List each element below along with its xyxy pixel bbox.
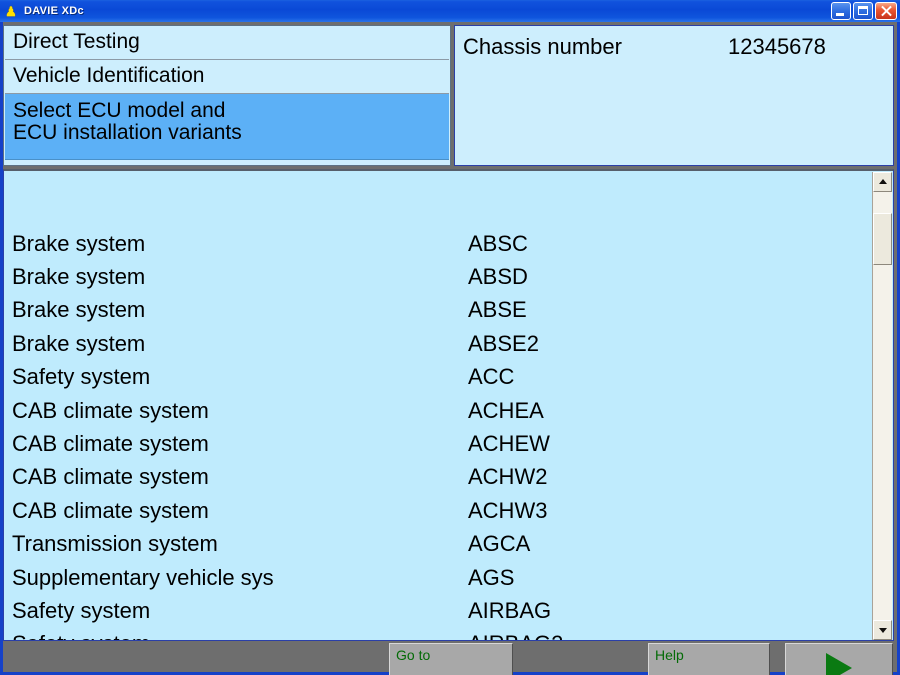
ecu-system-name: Brake system — [12, 297, 145, 323]
ecu-list-row[interactable]: Supplementary vehicle sys AGS — [4, 561, 873, 594]
ecu-list-row[interactable]: CAB climate system ACHW2 — [4, 461, 873, 494]
ecu-list-row[interactable]: Safety system AIRBAG — [4, 594, 873, 627]
breadcrumb-item-label: Direct Testing — [13, 30, 140, 53]
ecu-system-name: CAB climate system — [12, 464, 209, 490]
ecu-code: ACHW2 — [468, 464, 547, 490]
help-label: Help — [655, 647, 684, 663]
scroll-down-arrow-icon — [879, 628, 887, 633]
go-to-button[interactable]: Go to — [389, 643, 513, 675]
application-window: ♟ DAVIE XDc Direct Testing Vehicle Ident… — [0, 0, 900, 675]
client-area: Direct Testing Vehicle Identification Se… — [3, 22, 897, 672]
breadcrumb-item-direct-testing[interactable]: Direct Testing — [5, 26, 449, 60]
ecu-code: AIRBAG2 — [468, 631, 563, 641]
window-title: DAVIE XDc — [24, 5, 84, 17]
ecu-list-panel: Brake systemABSCBrake systemABSDBrake sy… — [3, 169, 894, 641]
breadcrumb-item-label-line2: ECU installation variants — [13, 122, 449, 144]
ecu-code: ABSE — [468, 297, 527, 323]
breadcrumb-item-label: Vehicle Identification — [13, 64, 204, 87]
ecu-list-row[interactable]: Safety system ACC — [4, 361, 873, 394]
ecu-list-row[interactable]: Brake system ABSE2 — [4, 327, 873, 360]
breadcrumb-item-label-line1: Select ECU model and — [13, 100, 449, 122]
ecu-code: AGS — [468, 565, 514, 591]
vertical-scrollbar[interactable] — [872, 172, 892, 640]
minimize-button[interactable] — [831, 2, 851, 20]
ecu-system-name: Safety system — [12, 364, 150, 390]
ecu-code: AGCA — [468, 531, 530, 557]
ecu-list-row[interactable]: Brake system ABSE — [4, 294, 873, 327]
ecu-code: AIRBAG — [468, 598, 551, 624]
breadcrumb-item-select-ecu-model[interactable]: Select ECU model and ECU installation va… — [5, 94, 449, 160]
ecu-code: ACHW3 — [468, 498, 547, 524]
ecu-code: ACC — [468, 364, 514, 390]
ecu-system-name: Brake system — [12, 331, 145, 357]
ecu-list-row[interactable]: CAB climate system ACHEA — [4, 394, 873, 427]
vehicle-info-panel: Chassis number 12345678 — [454, 25, 894, 166]
ecu-code: ABSD — [468, 264, 528, 290]
chassis-number-row: Chassis number 12345678 — [455, 30, 893, 64]
scrollbar-thumb[interactable] — [873, 213, 892, 265]
ecu-code: ACHEA — [468, 398, 544, 424]
app-icon: ♟ — [3, 4, 19, 19]
scrollbar-track[interactable] — [873, 192, 892, 620]
ecu-list-row[interactable]: Transmission system AGCA — [4, 528, 873, 561]
chassis-number-value: 12345678 — [728, 34, 826, 60]
breadcrumb: Direct Testing Vehicle Identification Se… — [3, 25, 451, 166]
maximize-icon — [858, 6, 868, 15]
window-controls — [831, 2, 897, 20]
breadcrumb-item-vehicle-identification[interactable]: Vehicle Identification — [5, 60, 449, 94]
play-triangle-icon — [826, 653, 852, 675]
ecu-system-name: CAB climate system — [12, 498, 209, 524]
ecu-code: ACHEW — [468, 431, 550, 457]
ecu-system-name: CAB climate system — [12, 398, 209, 424]
ecu-list-row[interactable]: Brake system ABSD — [4, 260, 873, 293]
ecu-system-name: Transmission system — [12, 531, 218, 557]
ecu-code: ABSE2 — [468, 331, 539, 357]
scroll-up-arrow-icon — [879, 179, 887, 184]
scroll-down-button[interactable] — [873, 620, 892, 640]
ecu-system-name: Safety system — [12, 598, 150, 624]
help-button[interactable]: Help — [648, 643, 770, 675]
ecu-list[interactable]: Brake systemABSCBrake systemABSDBrake sy… — [4, 171, 873, 641]
ecu-code: ABSC — [468, 231, 528, 257]
ecu-system-name: Brake system — [12, 231, 145, 257]
ecu-system-name: Brake system — [12, 264, 145, 290]
ecu-list-row[interactable]: Brake system ABSC — [4, 227, 873, 260]
ecu-system-name: CAB climate system — [12, 431, 209, 457]
chassis-number-label: Chassis number — [455, 34, 622, 60]
maximize-button[interactable] — [853, 2, 873, 20]
next-button[interactable] — [785, 643, 893, 675]
title-bar: ♟ DAVIE XDc — [0, 0, 900, 22]
ecu-system-name: Supplementary vehicle sys — [12, 565, 274, 591]
ecu-list-row[interactable]: Safety system AIRBAG2 — [4, 628, 873, 641]
ecu-system-name: Safety system — [12, 631, 150, 641]
minimize-icon — [836, 13, 844, 16]
scroll-up-button[interactable] — [873, 172, 892, 192]
ecu-list-row[interactable]: CAB climate system ACHW3 — [4, 494, 873, 527]
ecu-list-row[interactable]: CAB climate system ACHEW — [4, 427, 873, 460]
close-button[interactable] — [875, 2, 897, 20]
go-to-label: Go to — [396, 647, 430, 663]
